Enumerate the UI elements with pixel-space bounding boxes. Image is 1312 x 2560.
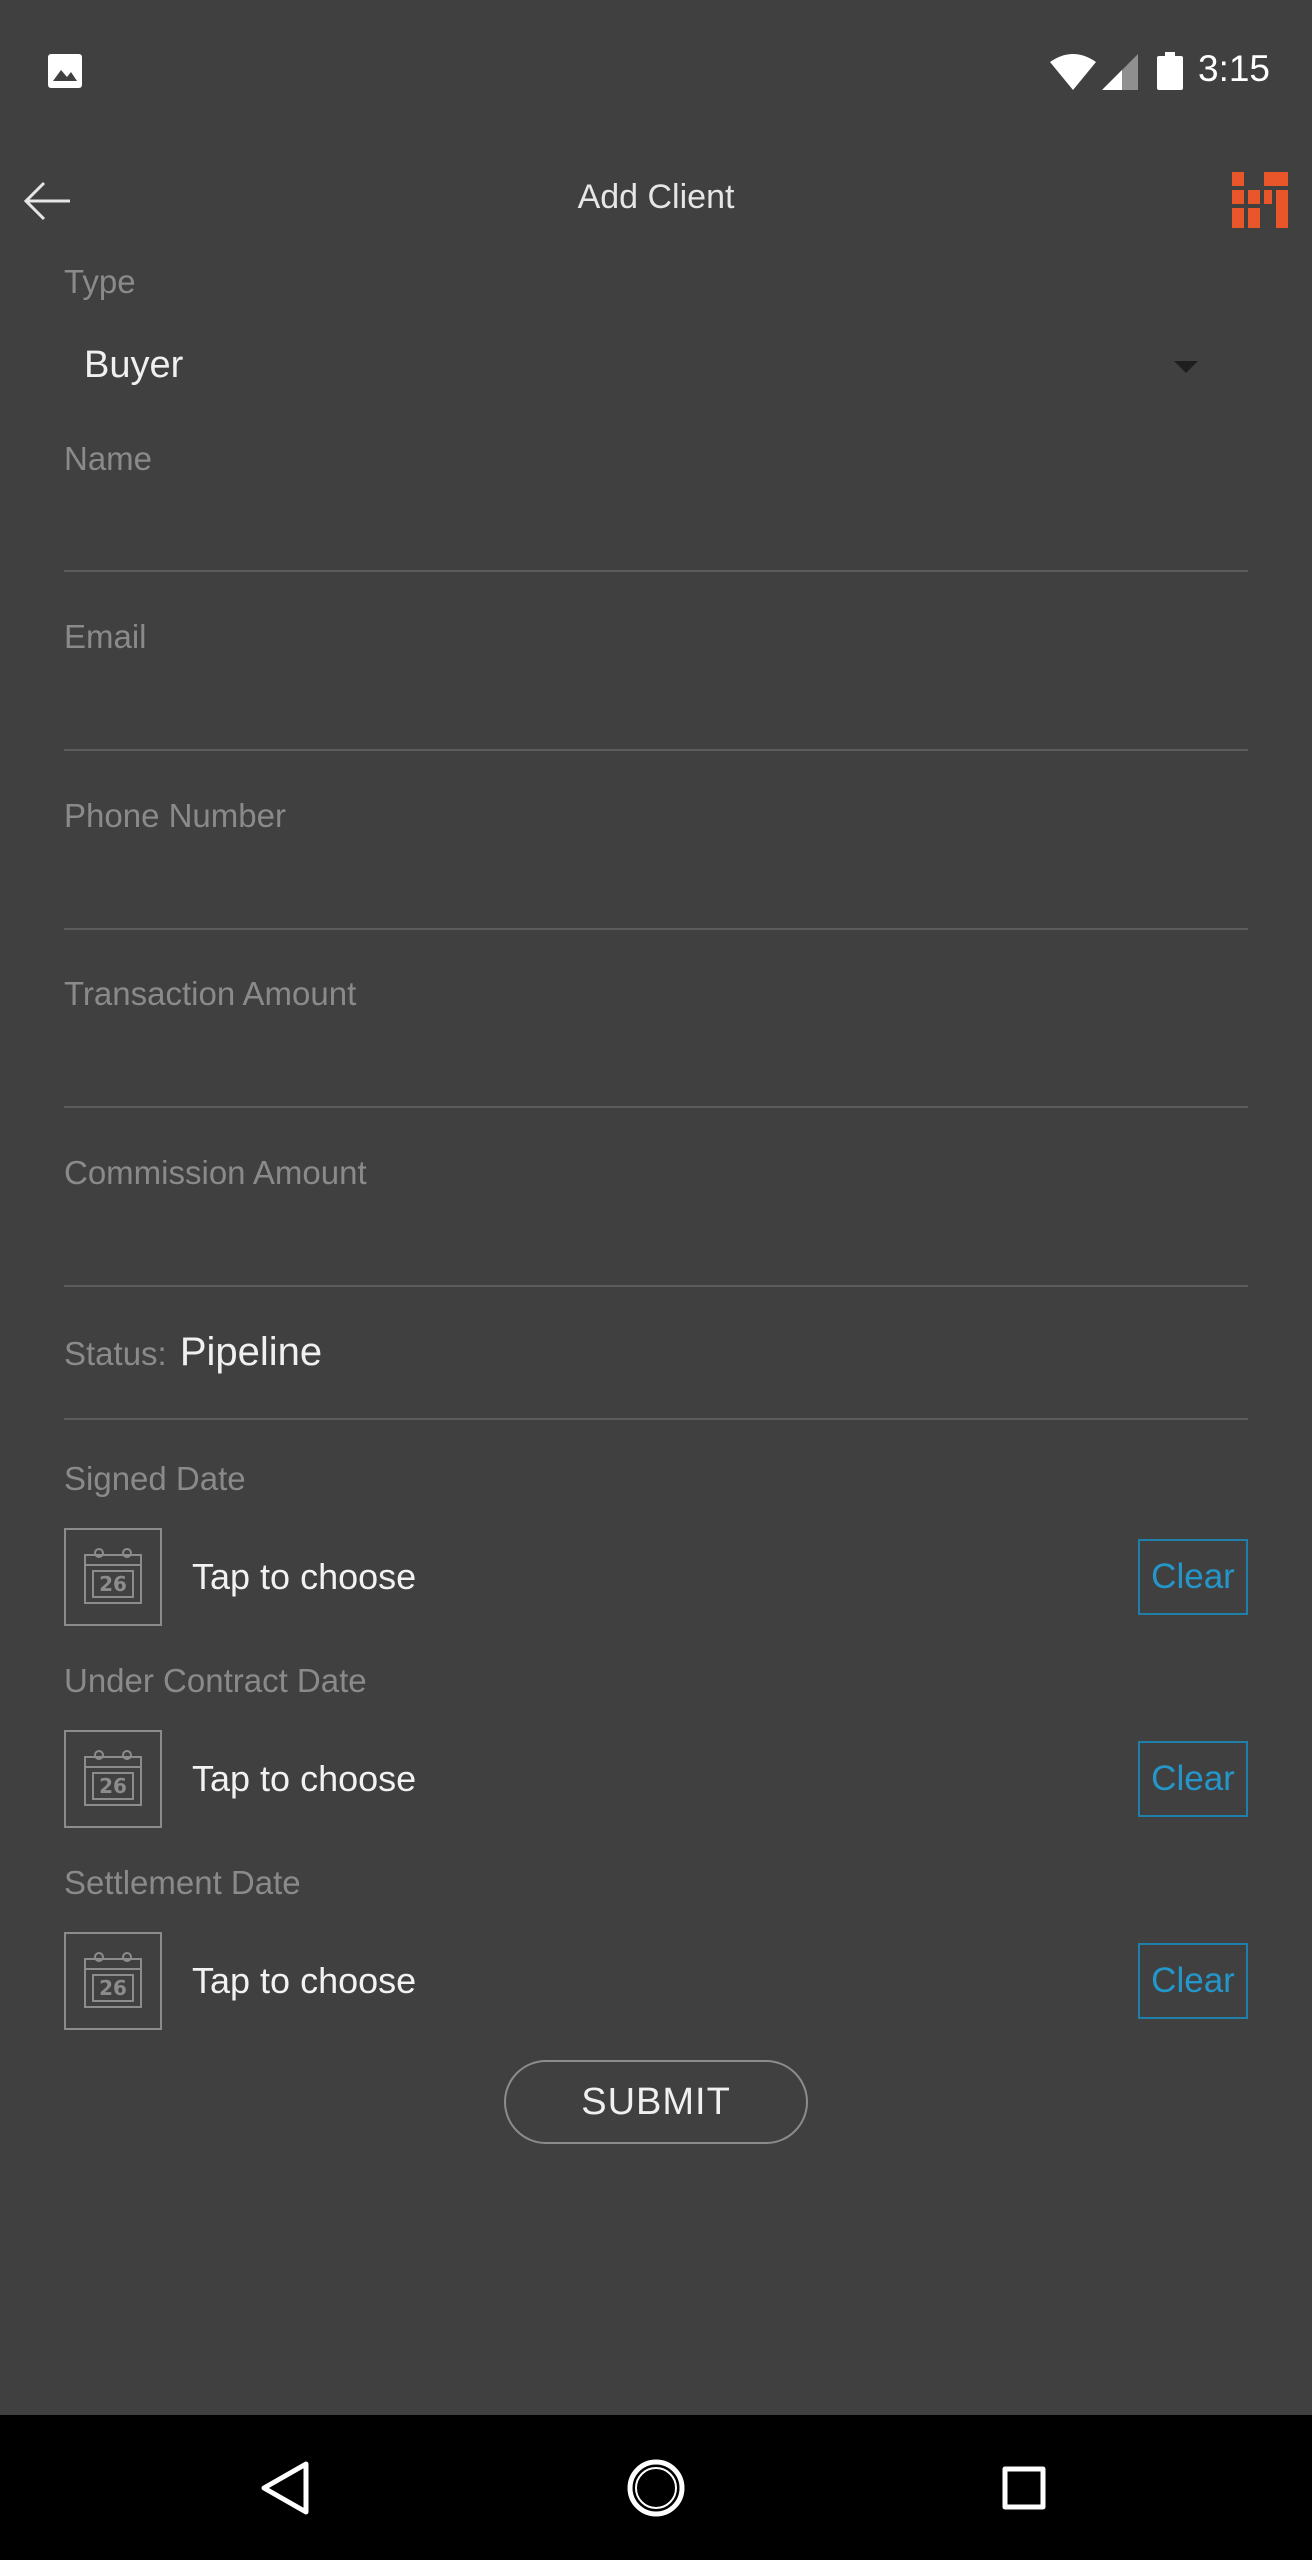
type-value: Buyer (84, 344, 184, 386)
transaction-amount-field[interactable] (64, 1025, 1248, 1105)
status-row[interactable]: Status: Pipeline (64, 1330, 322, 1375)
name-field[interactable] (64, 490, 1248, 570)
email-underline (64, 749, 1248, 751)
battery-icon (1157, 52, 1183, 90)
email-label: Email (64, 618, 147, 655)
calendar-day: 26 (99, 1572, 127, 1596)
calendar-icon[interactable]: 26 (64, 1730, 162, 1828)
signal-icon (1102, 54, 1138, 90)
type-dropdown[interactable] (64, 320, 1248, 420)
submit-button[interactable]: SUBMIT (504, 2060, 808, 2144)
settlement-date-value[interactable]: Tap to choose (192, 1960, 416, 2002)
under-contract-date-clear-button[interactable]: Clear (1138, 1741, 1248, 1817)
signed-date-label: Signed Date (64, 1460, 246, 1497)
settlement-date-clear-button[interactable]: Clear (1138, 1943, 1248, 2019)
status-time: 3:15 (1198, 48, 1271, 89)
signed-date-row: 26 Tap to choose Clear (64, 1528, 1248, 1628)
phone-underline (64, 928, 1248, 930)
calendar-icon[interactable]: 26 (64, 1932, 162, 2030)
commission-amount-underline (64, 1285, 1248, 1287)
signed-date-value[interactable]: Tap to choose (192, 1556, 416, 1598)
nav-home-icon[interactable] (626, 2458, 686, 2518)
gallery-icon (48, 54, 82, 88)
transaction-amount-label: Transaction Amount (64, 975, 357, 1012)
status-bar: 3:15 (0, 0, 1312, 140)
nav-back-icon[interactable] (258, 2460, 312, 2516)
signed-date-clear-button[interactable]: Clear (1138, 1539, 1248, 1615)
transaction-amount-underline (64, 1106, 1248, 1108)
calendar-day: 26 (99, 1976, 127, 2000)
name-underline (64, 570, 1248, 572)
calendar-day: 26 (99, 1774, 127, 1798)
phone-field[interactable] (64, 847, 1248, 927)
nav-recents-icon[interactable] (1002, 2466, 1046, 2510)
settlement-date-row: 26 Tap to choose Clear (64, 1932, 1248, 2032)
status-value: Pipeline (179, 1330, 323, 1374)
name-label: Name (64, 440, 153, 477)
commission-amount-field[interactable] (64, 1204, 1248, 1284)
status-label: Status: (64, 1335, 167, 1372)
brand-logo-icon (1232, 172, 1288, 228)
dropdown-arrow-icon[interactable] (1174, 361, 1198, 373)
page-title: Add Client (577, 178, 735, 216)
wifi-icon (1050, 54, 1096, 90)
email-field[interactable] (64, 668, 1248, 748)
phone-label: Phone Number (64, 797, 286, 834)
under-contract-date-value[interactable]: Tap to choose (192, 1758, 416, 1800)
under-contract-date-label: Under Contract Date (64, 1662, 367, 1699)
commission-amount-label: Commission Amount (64, 1154, 367, 1191)
under-contract-date-row: 26 Tap to choose Clear (64, 1730, 1248, 1830)
calendar-icon[interactable]: 26 (64, 1528, 162, 1626)
settlement-date-label: Settlement Date (64, 1864, 301, 1901)
type-label: Type (64, 263, 136, 300)
status-underline (64, 1418, 1248, 1420)
